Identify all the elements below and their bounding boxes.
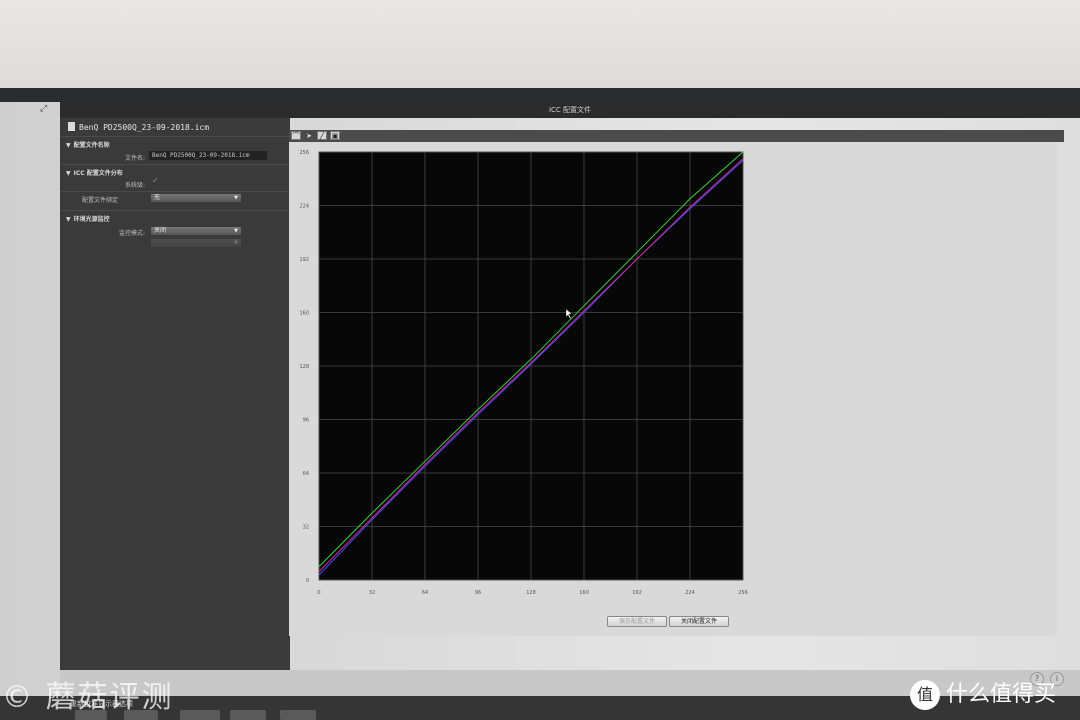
- save-profile-button[interactable]: 保存配置文件: [607, 616, 667, 627]
- collapse-triangle-icon: ▼: [66, 142, 71, 149]
- section-icc-header[interactable]: ▼ ICC 配置文件分布: [66, 168, 123, 177]
- image-icon[interactable]: ▣: [330, 131, 340, 140]
- collapse-triangle-icon: ▼: [66, 170, 71, 177]
- section-icc-distribution: ▼ ICC 配置文件分布 系统级: ✓ 配置文件绑定 无 ▼: [60, 164, 290, 211]
- x-tick-label: 192: [632, 590, 642, 596]
- y-tick-label: 32: [303, 525, 309, 531]
- dock-item[interactable]: [280, 710, 316, 720]
- y-tick-label: 96: [303, 418, 309, 424]
- window-title: ICC 配置文件: [60, 102, 1080, 118]
- y-tick-label: 192: [299, 257, 309, 263]
- section-ambient-header[interactable]: ▼ 环境光源监控: [66, 214, 110, 223]
- secondary-select[interactable]: ▼: [151, 239, 241, 247]
- y-tick-label: 160: [299, 311, 309, 317]
- resize-icon[interactable]: ⤢: [40, 104, 50, 114]
- collapse-triangle-icon: ▼: [66, 216, 71, 223]
- watermark-logo: 值: [910, 680, 940, 710]
- x-tick-label: 160: [579, 590, 589, 596]
- monitor-bezel: [0, 88, 1080, 102]
- arrow-icon[interactable]: ➤: [304, 131, 314, 140]
- background-wall: [0, 0, 1080, 92]
- document-icon: [68, 122, 75, 131]
- chevron-down-icon: ▼: [234, 240, 238, 246]
- graph-toolbar: ⌒ ➤ ╱ ▣: [289, 130, 1064, 142]
- monitor-mode-label: 监控模式:: [118, 230, 145, 237]
- close-profile-button[interactable]: 关闭配置文件: [669, 616, 729, 627]
- curve-icon[interactable]: ⌒: [291, 131, 301, 140]
- dock-item[interactable]: [180, 710, 220, 720]
- x-tick-label: 64: [422, 590, 428, 596]
- y-tick-label: 64: [303, 471, 309, 477]
- file-title: BenQ PD2500Q_23-09-2018.icm: [68, 122, 209, 132]
- watermark-right-text: 什么值得买: [946, 682, 1057, 707]
- y-tick-label: 256: [299, 150, 309, 156]
- watermark-right: 值什么值得买: [910, 676, 1056, 710]
- y-tick-label: 128: [299, 364, 309, 370]
- monitor-mode-select[interactable]: 关闭 ▼: [151, 227, 241, 235]
- gamma-curve-chart: 0 32 64 96 128 160 192 224 256 0 32 64 96 128 160 192 22…: [299, 150, 748, 596]
- dock-item[interactable]: [230, 710, 266, 720]
- x-tick-label: 32: [369, 590, 375, 596]
- profile-panel: BenQ PD2500Q_23-09-2018.icm ▼ 配置文件名称 文件名:…: [60, 118, 290, 670]
- y-tick-label: 0: [306, 578, 309, 584]
- gamma-icon[interactable]: ╱: [317, 131, 327, 140]
- x-tick-label: 224: [685, 590, 695, 596]
- profile-binding-label: 配置文件绑定: [81, 197, 118, 204]
- x-tick-label: 256: [738, 590, 748, 596]
- section-profile-name-header[interactable]: ▼ 配置文件名称: [66, 140, 110, 149]
- x-tick-label: 0: [317, 590, 320, 596]
- chevron-down-icon: ▼: [234, 195, 238, 201]
- filename-label: 文件名:: [124, 155, 145, 162]
- x-tick-label: 128: [526, 590, 536, 596]
- profile-binding-select[interactable]: 无 ▼: [151, 194, 241, 202]
- x-tick-label: 96: [475, 590, 481, 596]
- filename-field[interactable]: BenQ PD2500Q_23-09-2018.icm: [149, 151, 267, 160]
- system-default-label: 系统级:: [124, 182, 145, 189]
- file-title-text: BenQ PD2500Q_23-09-2018.icm: [79, 123, 210, 132]
- system-default-checkbox[interactable]: ✓: [152, 176, 159, 185]
- chevron-down-icon: ▼: [234, 228, 238, 234]
- section-ambient: ▼ 环境光源监控 监控模式: 关闭 ▼ ▼: [60, 210, 290, 255]
- y-tick-label: 224: [299, 204, 309, 210]
- watermark-left: © 蘑菇评测: [2, 680, 174, 715]
